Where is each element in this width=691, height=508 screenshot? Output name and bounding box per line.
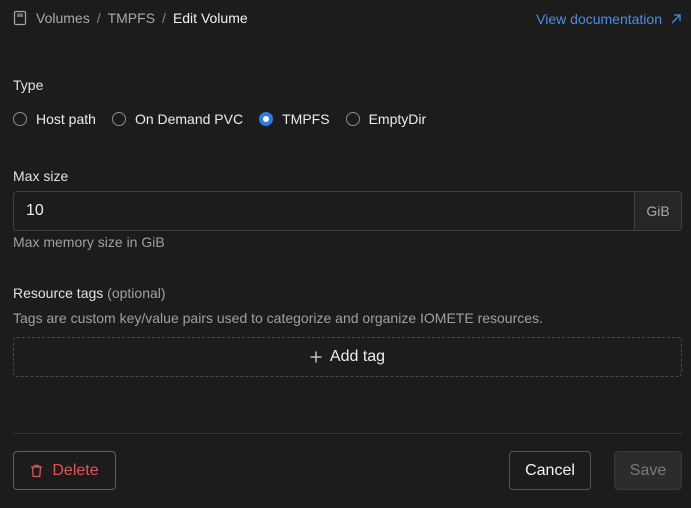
plus-icon — [310, 351, 322, 363]
max-size-input[interactable] — [14, 192, 634, 230]
radio-button[interactable] — [111, 112, 126, 126]
type-label: Type — [13, 77, 44, 93]
delete-label: Delete — [52, 461, 99, 479]
breadcrumb-current: Edit Volume — [172, 10, 248, 26]
radio-label: EmptyDir — [368, 111, 427, 127]
max-size-input-group: GiB — [13, 191, 682, 231]
type-radio-group: Host path On Demand PVC TMPFS EmptyDir — [13, 110, 426, 128]
external-link-icon — [670, 13, 682, 25]
resource-tags-description: Tags are custom key/value pairs used to … — [13, 310, 543, 326]
volume-icon — [13, 10, 27, 26]
breadcrumb-separator: / — [162, 10, 166, 26]
add-tag-button[interactable]: Add tag — [13, 337, 682, 377]
radio-tmpfs[interactable]: TMPFS — [259, 111, 330, 127]
unit-addon: GiB — [634, 192, 681, 230]
trash-icon — [30, 464, 43, 478]
header: Volumes / TMPFS / Edit Volume View docum… — [13, 8, 682, 28]
add-tag-label: Add tag — [329, 348, 386, 365]
delete-button[interactable]: Delete — [13, 451, 116, 490]
radio-host-path[interactable]: Host path — [13, 111, 96, 127]
radio-button-checked[interactable] — [259, 112, 274, 126]
radio-label: Host path — [36, 111, 96, 127]
save-button[interactable]: Save — [614, 451, 682, 490]
edit-volume-page: Volumes / TMPFS / Edit Volume View docum… — [13, 0, 682, 508]
resource-tags-label: Resource tags (optional) — [13, 285, 166, 301]
view-documentation-link[interactable]: View documentation — [536, 11, 682, 27]
optional-hint: (optional) — [107, 285, 166, 301]
breadcrumb: Volumes / TMPFS / Edit Volume — [13, 10, 248, 26]
resource-tags-title: Resource tags — [13, 285, 104, 301]
radio-button[interactable] — [13, 112, 27, 126]
cancel-button[interactable]: Cancel — [509, 451, 591, 490]
radio-emptydir[interactable]: EmptyDir — [345, 111, 427, 127]
max-size-help: Max memory size in GiB — [13, 234, 165, 250]
view-documentation-label: View documentation — [536, 11, 662, 27]
breadcrumb-item-volumes[interactable]: Volumes — [36, 10, 90, 26]
max-size-label: Max size — [13, 168, 69, 184]
radio-label: TMPFS — [282, 111, 330, 127]
breadcrumb-item-tmpfs[interactable]: TMPFS — [108, 10, 155, 26]
breadcrumb-separator: / — [96, 10, 101, 26]
radio-label: On Demand PVC — [134, 111, 244, 127]
footer-divider — [13, 433, 682, 434]
radio-button[interactable] — [345, 112, 360, 126]
radio-on-demand-pvc[interactable]: On Demand PVC — [111, 111, 244, 127]
